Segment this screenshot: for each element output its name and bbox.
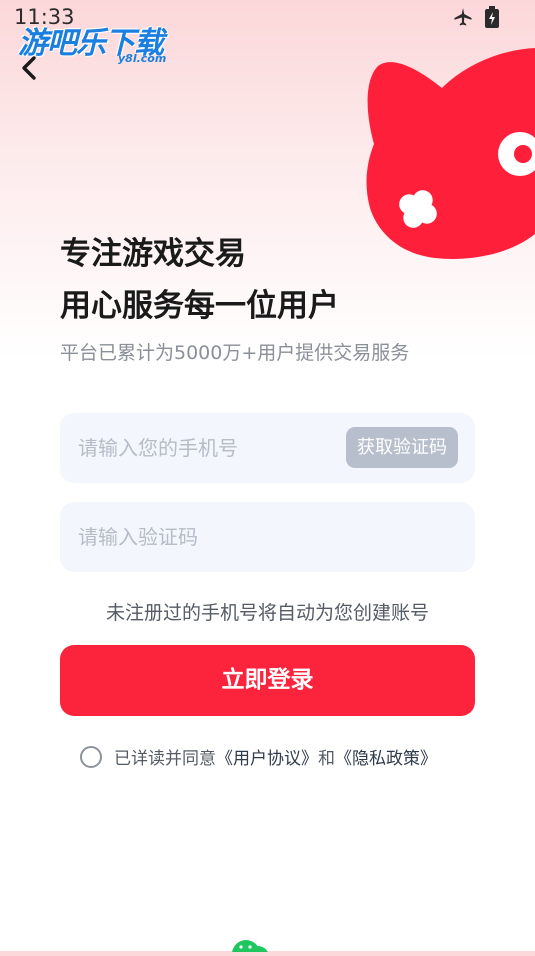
battery-icon [485, 6, 499, 32]
status-icons [453, 6, 499, 32]
code-input-container [60, 502, 475, 572]
mascot-illustration [360, 48, 535, 270]
agreement-conjunction: 和 [318, 749, 335, 769]
headline-line-1: 专注游戏交易 [60, 236, 246, 272]
headline-line-2: 用心服务每一位用户 [60, 288, 339, 324]
get-code-button[interactable]: 获取验证码 [346, 427, 458, 468]
hero-subtitle: 平台已累计为5000万+用户提供交易服务 [60, 342, 410, 364]
chevron-left-icon [22, 56, 36, 80]
wechat-login-button[interactable] [231, 937, 269, 956]
agreement-row: 已详读并同意 《用户协议》 和 《隐私政策》 [80, 744, 437, 769]
airplane-icon [453, 7, 473, 31]
auto-register-hint: 未注册过的手机号将自动为您创建账号 [105, 602, 429, 624]
watermark-domain: y8l.com [118, 52, 167, 65]
verification-code-input[interactable] [78, 502, 458, 572]
phone-input-container: 获取验证码 [60, 413, 475, 483]
agreement-radio[interactable] [80, 745, 102, 768]
agreement-prefix: 已详读并同意 [114, 749, 216, 769]
wechat-icon [232, 940, 269, 956]
back-button[interactable] [14, 50, 44, 84]
login-button[interactable]: 立即登录 [60, 645, 475, 716]
phone-input[interactable] [78, 413, 338, 483]
user-agreement-link[interactable]: 《用户协议》 [216, 744, 318, 769]
privacy-policy-link[interactable]: 《隐私政策》 [335, 744, 437, 769]
